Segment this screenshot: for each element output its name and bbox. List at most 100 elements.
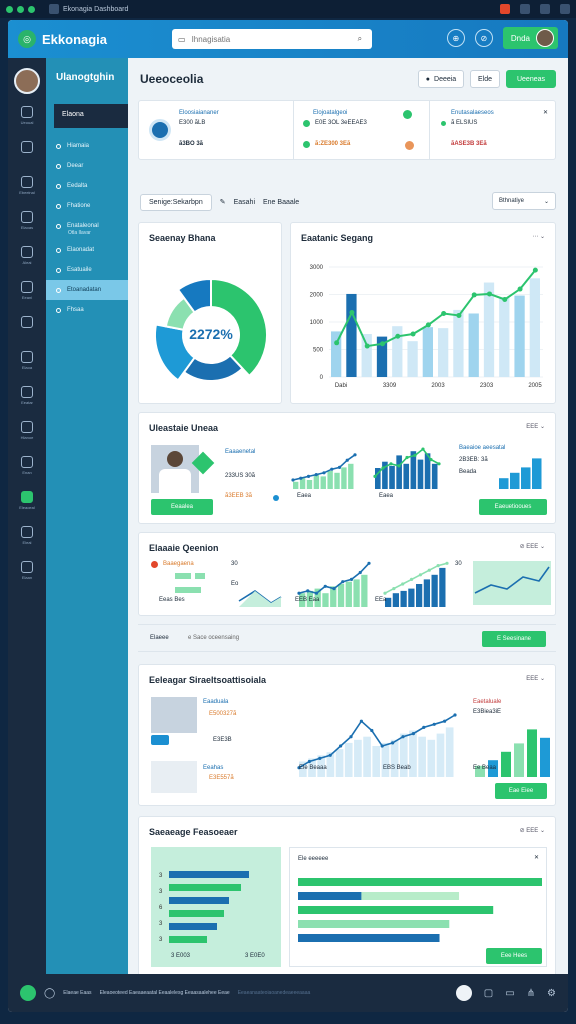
edit-icon[interactable]: ✎ [220, 198, 226, 206]
rail-item-shield[interactable]: Aleai [21, 246, 33, 279]
resource-card-title: Saeaeage Feasoeaer [149, 827, 238, 837]
mini-bar [514, 743, 524, 777]
mini-point [299, 476, 303, 480]
info-dot [273, 495, 279, 501]
window-controls[interactable] [6, 5, 35, 13]
rail-item-info[interactable]: Enan [21, 456, 33, 489]
maximize-dot[interactable] [28, 5, 35, 13]
filter-button[interactable]: ● Deeeia [418, 70, 464, 88]
divider [429, 101, 430, 159]
create-button[interactable]: Ueeneas [506, 70, 556, 88]
view-details-button[interactable]: Eeaalea [151, 499, 213, 515]
mini-bar [334, 472, 340, 489]
mini-point [401, 735, 405, 739]
filter-chip[interactable]: Senige:Sekarbpn [140, 193, 212, 211]
mini-bar [345, 581, 352, 607]
rail-item-link[interactable]: Elaan [21, 561, 33, 594]
rail-item-media[interactable]: Hlanoe [21, 421, 33, 454]
mini-point [341, 580, 345, 584]
series-point [380, 341, 385, 347]
sidebar-item-2[interactable]: Deear [46, 156, 128, 176]
sidebar-title: Ulanogtghin [56, 72, 115, 83]
period-dropdown[interactable]: Bthnatiye ⌄ [492, 192, 556, 210]
trend-y-2: Eo [231, 581, 239, 587]
export-button[interactable]: Elde [470, 70, 500, 88]
square-icon[interactable]: ▢ [484, 988, 493, 999]
resource-options[interactable]: ⊘ EEE ⌄ [520, 827, 545, 834]
mini-area [239, 591, 281, 607]
rail-item-print[interactable]: Eleal [21, 526, 33, 559]
mini-point [307, 759, 311, 764]
rail-item-chat[interactable]: Elaoa [21, 351, 33, 384]
resource-bar [169, 923, 217, 930]
main-content: Ueeoceolia ● Deeeia Elde Ueeneas Eloosiai… [128, 58, 568, 978]
settings-icon[interactable] [560, 4, 570, 14]
rail-avatar[interactable] [14, 68, 40, 94]
rail-item-target[interactable]: Eeatar [21, 386, 33, 419]
sidebar-item-8[interactable]: Etoanadatan [46, 280, 128, 300]
record-icon[interactable] [500, 4, 510, 14]
sidebar-item-1[interactable]: Hiamaia [46, 136, 128, 156]
trend-options[interactable]: ⊘ EEE ⌄ [520, 543, 545, 550]
rail-item-refresh[interactable]: Eeani [21, 281, 33, 314]
bar [407, 341, 418, 377]
mini-point [330, 467, 334, 471]
media-icon [21, 421, 33, 433]
user-menu-button[interactable]: Dnda [502, 27, 558, 49]
explore-button[interactable]: Eaeuetiooues [479, 499, 547, 515]
search-input[interactable] [191, 34, 352, 44]
notification-icon[interactable]: ⊕ [446, 29, 465, 47]
minimize-dot[interactable] [17, 5, 24, 13]
search-box[interactable]: ▭ ⌕ [172, 29, 372, 49]
close-icon[interactable]: ✕ [543, 109, 548, 116]
sidebar-item-7[interactable]: Esatuaile [46, 260, 128, 280]
rail-item-list[interactable]: Elaoas [21, 211, 33, 244]
bell-icon[interactable] [520, 4, 530, 14]
settings-icon[interactable]: ⚙ [547, 988, 556, 999]
perf-action-button[interactable]: Eae Eiee [495, 783, 547, 799]
monitor-icon[interactable]: ▭ [505, 988, 514, 999]
star-icon [20, 491, 33, 503]
mini-point [422, 725, 426, 729]
resource-detail-panel: Ele eeeeee ✕ Eee Hees [289, 847, 547, 967]
profile-icon[interactable] [540, 4, 550, 14]
resource-row-label: 3 [159, 937, 163, 943]
clock-icon[interactable] [455, 985, 472, 1001]
rail-item-active[interactable]: Eleaoeal [19, 491, 35, 524]
rail-item-overview[interactable]: Ueoual [21, 106, 33, 139]
help-icon[interactable]: ⊘ [474, 29, 493, 47]
mini-bar [436, 733, 445, 777]
kpi-3-value: ãASE3B 3Eã [451, 141, 487, 147]
power-icon[interactable]: ◯ [44, 988, 55, 999]
strip-action-button[interactable]: E Seesinane [482, 631, 546, 647]
trend-x-1: Eeas Bes [159, 597, 185, 603]
share-icon[interactable]: ⋔ [527, 988, 535, 999]
status-icon[interactable] [20, 985, 36, 1001]
performance-options[interactable]: EEE ⌄ [526, 675, 545, 682]
series-point [425, 322, 431, 328]
close-icon[interactable]: ✕ [534, 854, 539, 861]
sidebar-item-3[interactable]: Eedalta [46, 176, 128, 196]
mini-point [421, 447, 425, 451]
filter-link-1[interactable]: Easahi [234, 199, 255, 206]
app-logo[interactable]: ◎ Ekkonagia [18, 30, 107, 48]
rail-item-time[interactable] [21, 141, 33, 174]
bar [514, 295, 525, 377]
search-menu-icon: ▭ [178, 34, 186, 44]
bottom-text-3: Eeaeanaateoiaoanedeaeeeaaaa [237, 990, 311, 996]
filter-link-2[interactable]: Ene Baaale [263, 199, 299, 206]
sidebar-item-6[interactable]: Elaonadat [46, 240, 128, 260]
sidebar-item-4[interactable]: Fhatione [46, 196, 128, 216]
rail-item-image[interactable] [21, 316, 33, 349]
search-icon[interactable]: ⌕ [358, 34, 362, 44]
close-dot[interactable] [6, 5, 13, 13]
resource-action-button[interactable]: Eee Hees [486, 948, 542, 964]
overview-options[interactable]: EEE ⌄ [526, 423, 545, 430]
sidebar-item-9[interactable]: Fhsaa [46, 300, 128, 320]
mini-panel [473, 561, 551, 605]
resource-bar [169, 871, 249, 878]
browser-tab[interactable]: Ekonagia Dashboard [49, 4, 128, 14]
sidebar-section-header[interactable]: Elaona [54, 104, 128, 128]
rail-item-docs[interactable]: Ebeeinal [19, 176, 35, 209]
status-dot [441, 121, 446, 126]
